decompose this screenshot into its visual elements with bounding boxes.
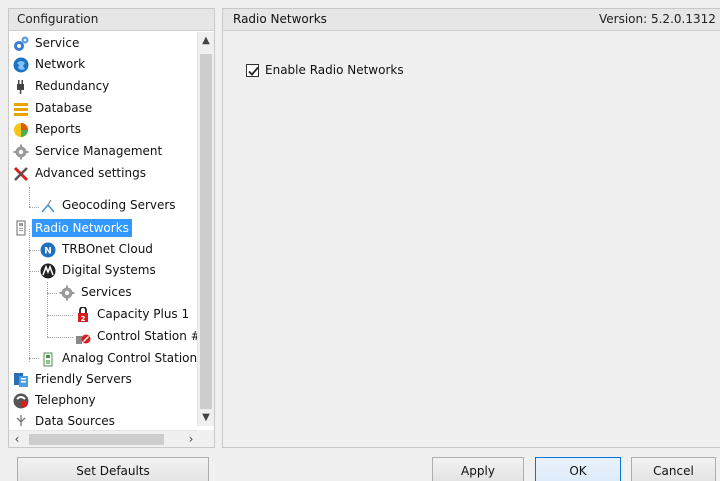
tree-item-network[interactable]: Network bbox=[13, 54, 85, 75]
cancel-button[interactable]: Cancel bbox=[631, 457, 716, 481]
geocoding-icon bbox=[41, 199, 55, 212]
friendly-servers-icon bbox=[14, 372, 28, 387]
plug-icon bbox=[17, 79, 24, 94]
scrollbar-corner bbox=[197, 430, 214, 447]
scroll-left-icon[interactable]: ‹ bbox=[9, 431, 25, 447]
capacity-plus-icon: 2 bbox=[78, 306, 88, 323]
service-icon bbox=[14, 36, 29, 51]
tree-item-service[interactable]: Service bbox=[13, 33, 79, 54]
svg-text:2: 2 bbox=[81, 315, 86, 323]
tree-item-label: Control Station #1 bbox=[97, 329, 199, 343]
tree-item-label: Services bbox=[81, 285, 132, 299]
enable-radio-networks-row[interactable]: Enable Radio Networks bbox=[246, 63, 404, 77]
tree-item-label: Database bbox=[35, 101, 93, 115]
database-icon bbox=[14, 102, 28, 116]
tree-guide bbox=[47, 315, 73, 316]
radio-networks-panel: Radio Networks Version: 5.2.0.1312 Enabl… bbox=[222, 8, 720, 448]
reports-icon bbox=[14, 122, 28, 137]
tree-item-trbonet-cloud[interactable]: N TRBOnet Cloud bbox=[40, 239, 153, 260]
tree-item-label: Service Management bbox=[35, 144, 163, 158]
tree-guide bbox=[29, 187, 30, 207]
apply-button[interactable]: Apply bbox=[432, 457, 524, 481]
tree-item-friendly-servers[interactable]: Friendly Servers bbox=[13, 369, 132, 390]
tools-icon bbox=[13, 166, 29, 181]
gear-icon bbox=[59, 285, 75, 300]
tree-item-label: Capacity Plus 1 bbox=[97, 307, 190, 321]
vertical-scroll-thumb[interactable] bbox=[200, 54, 212, 409]
tree-item-label: Advanced settings bbox=[35, 166, 146, 180]
cloud-icon: N bbox=[40, 242, 56, 257]
tree-item-radio-networks[interactable]: Radio Networks bbox=[13, 217, 132, 238]
panel-title: Radio Networks bbox=[233, 12, 327, 26]
tree-item-label: Service bbox=[35, 36, 80, 50]
configuration-header: Configuration bbox=[9, 9, 214, 31]
tree-item-label: Telephony bbox=[35, 393, 96, 407]
telephony-icon bbox=[13, 393, 29, 408]
tree-item-database[interactable]: Database bbox=[13, 98, 92, 119]
tree-item-label: Digital Systems bbox=[62, 263, 156, 277]
tree-item-label: Geocoding Servers bbox=[62, 198, 176, 212]
tree-item-redundancy[interactable]: Redundancy bbox=[13, 76, 109, 97]
tree-item-advanced-settings[interactable]: Advanced settings bbox=[13, 163, 146, 184]
tree-guide bbox=[47, 282, 48, 337]
scroll-up-icon[interactable]: ▲ bbox=[198, 32, 214, 49]
tree-vertical-scrollbar[interactable]: ▲ ▼ bbox=[197, 32, 214, 426]
tree-item-label: Reports bbox=[35, 122, 82, 136]
analog-radio-icon bbox=[43, 352, 53, 366]
data-sources-icon bbox=[16, 414, 26, 426]
tree-item-label: Friendly Servers bbox=[35, 372, 132, 386]
tree-item-reports[interactable]: Reports bbox=[13, 119, 81, 140]
tree-guide bbox=[29, 207, 39, 208]
scroll-down-icon[interactable]: ▼ bbox=[198, 409, 214, 426]
tree-item-label: Analog Control Stations bbox=[62, 351, 199, 365]
configuration-tree: Service Network Redundancy Database Repo… bbox=[9, 32, 199, 426]
tree-item-service-management[interactable]: Service Management bbox=[13, 141, 162, 162]
ok-button[interactable]: OK bbox=[535, 457, 621, 481]
tree-horizontal-scrollbar[interactable]: ‹ › bbox=[9, 430, 199, 447]
control-station-icon bbox=[76, 334, 91, 344]
tree-item-capacity-plus-1[interactable]: 2 Capacity Plus 1 bbox=[75, 304, 189, 325]
checkmark-icon bbox=[248, 66, 259, 76]
tree-item-label: TRBOnet Cloud bbox=[62, 242, 153, 256]
radio-networks-icon bbox=[16, 220, 26, 235]
network-icon bbox=[13, 57, 29, 72]
configuration-panel: Configuration Service Network Redundancy… bbox=[8, 8, 215, 448]
enable-radio-networks-checkbox[interactable] bbox=[246, 63, 259, 77]
version-label: Version: 5.2.0.1312 bbox=[599, 12, 716, 26]
tree-item-services[interactable]: Services bbox=[59, 282, 132, 303]
svg-text:N: N bbox=[44, 246, 52, 256]
panel-header: Radio Networks Version: 5.2.0.1312 bbox=[223, 9, 720, 31]
horizontal-scroll-thumb[interactable] bbox=[29, 434, 164, 445]
tree-item-telephony[interactable]: Telephony bbox=[13, 390, 96, 411]
tree-item-digital-systems[interactable]: Digital Systems bbox=[40, 260, 156, 281]
tree-guide bbox=[29, 250, 39, 251]
enable-radio-networks-label: Enable Radio Networks bbox=[265, 63, 404, 77]
tree-item-geocoding-servers[interactable]: Geocoding Servers bbox=[40, 195, 176, 216]
tree-item-label: Redundancy bbox=[35, 79, 110, 93]
tree-guide bbox=[47, 337, 73, 338]
tree-item-label: Radio Networks bbox=[32, 218, 132, 237]
tree-guide bbox=[47, 293, 57, 294]
tree-guide bbox=[29, 271, 39, 272]
tree-item-control-station-1[interactable]: Control Station #1 bbox=[75, 326, 199, 347]
tree-item-analog-control-stations[interactable]: Analog Control Stations bbox=[40, 348, 199, 369]
tree-guide bbox=[29, 358, 39, 359]
tree-item-data-sources[interactable]: Data Sources bbox=[13, 411, 115, 426]
motorola-icon bbox=[40, 263, 56, 278]
tree-guide bbox=[29, 229, 30, 362]
tree-item-label: Data Sources bbox=[35, 414, 115, 426]
gear-icon bbox=[13, 144, 29, 159]
tree-item-label: Network bbox=[35, 57, 86, 71]
set-defaults-button[interactable]: Set Defaults bbox=[17, 457, 209, 481]
